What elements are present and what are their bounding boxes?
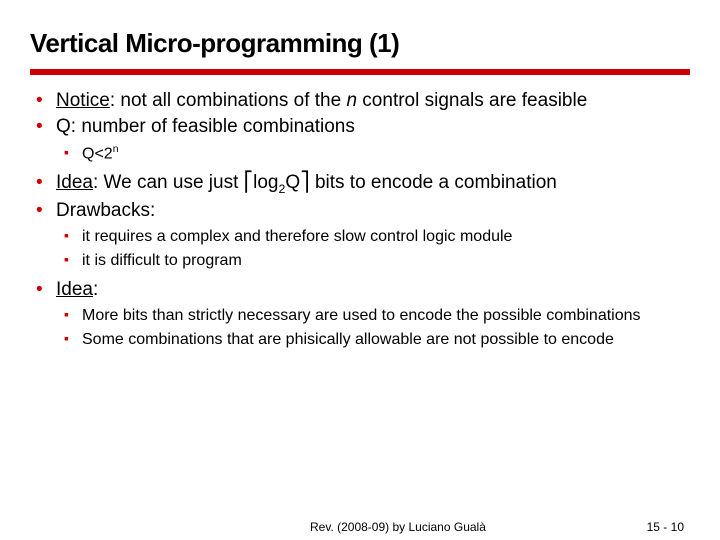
bullet-2-sub-1: Q<2n <box>56 143 690 165</box>
bullet-4: Drawbacks: it requires a complex and the… <box>30 199 690 272</box>
bullet-2-text: Q: number of feasible combinations <box>56 116 355 137</box>
slide-title: Vertical Micro-programming (1) <box>30 28 690 59</box>
bullet-4-sublist: it requires a complex and therefore slow… <box>56 226 690 271</box>
bullet-1: Notice: not all combinations of the n co… <box>30 89 690 113</box>
bullet-3: Idea: We can use just ⎡log2Q⎤ bits to en… <box>30 171 690 198</box>
bullet-5: Idea: More bits than strictly necessary … <box>30 278 690 351</box>
bullet-5-keyword: Idea <box>56 279 93 300</box>
footer-page-prefix: 15 - <box>647 520 671 534</box>
bullet-3-text-a: : We can use just ⎡log <box>93 172 279 193</box>
bullet-2-sub-1-sup: n <box>113 144 119 155</box>
bullet-4-sub-2: it is difficult to program <box>56 250 690 272</box>
bullet-4-sub-1: it requires a complex and therefore slow… <box>56 226 690 248</box>
footer-page-num: 10 <box>671 520 684 534</box>
footer-page-number: 15 - 10 <box>647 520 684 534</box>
bullet-2: Q: number of feasible combinations Q<2n <box>30 115 690 164</box>
bullet-2-sub-1-text: Q<2 <box>82 145 113 162</box>
title-underline <box>30 69 690 75</box>
bullet-1-text-a: : not all combinations of the <box>110 90 347 111</box>
footer-revision: Rev. (2008-09) by Luciano Gualà <box>310 520 486 534</box>
bullet-1-keyword: Notice <box>56 90 110 111</box>
bullet-4-text: Drawbacks: <box>56 200 155 221</box>
bullet-1-text-b: control signals are feasible <box>357 90 587 111</box>
bullet-5-sublist: More bits than strictly necessary are us… <box>56 305 690 350</box>
bullet-3-text-b: Q⎤ bits to encode a combination <box>285 172 556 193</box>
bullet-3-keyword: Idea <box>56 172 93 193</box>
bullet-2-sublist: Q<2n <box>56 143 690 165</box>
bullet-1-var-n: n <box>346 90 357 111</box>
bullet-list: Notice: not all combinations of the n co… <box>30 89 690 350</box>
bullet-5-sub-1: More bits than strictly necessary are us… <box>56 305 690 327</box>
bullet-5-sub-2: Some combinations that are phisically al… <box>56 329 690 351</box>
bullet-5-text: : <box>93 279 98 300</box>
